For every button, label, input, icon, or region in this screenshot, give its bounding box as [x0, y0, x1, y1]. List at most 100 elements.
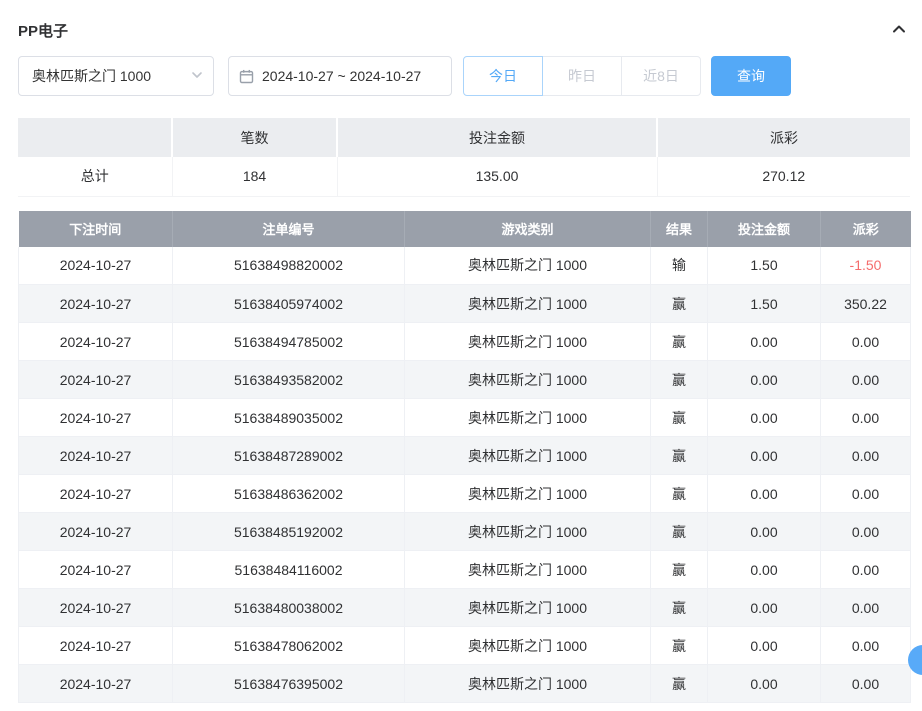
bet-time-cell: 2024-10-27 [19, 551, 173, 589]
col-header-bet-id: 注单编号 [173, 211, 405, 247]
result-cell: 赢 [651, 437, 708, 475]
calendar-icon [239, 69, 254, 84]
search-button[interactable]: 查询 [711, 56, 791, 96]
payout-cell: 350.22 [821, 285, 911, 323]
table-row: 2024-10-2751638493582002奥林匹斯之门 1000赢0.00… [19, 361, 911, 399]
bet-amount-cell: 0.00 [708, 551, 821, 589]
payout-cell: 0.00 [821, 361, 911, 399]
collapse-button[interactable] [888, 19, 910, 41]
result-cell: 赢 [651, 665, 708, 703]
date-range-value: 2024-10-27 ~ 2024-10-27 [262, 68, 421, 84]
bet-amount-cell: 0.00 [708, 665, 821, 703]
col-header-bet-amount: 投注金额 [708, 211, 821, 247]
quick-range-yesterday[interactable]: 昨日 [542, 56, 622, 96]
bet-time-cell: 2024-10-27 [19, 627, 173, 665]
bet-time-cell: 2024-10-27 [19, 247, 173, 285]
table-row: 2024-10-2751638494785002奥林匹斯之门 1000赢0.00… [19, 323, 911, 361]
table-row: 2024-10-2751638478062002奥林匹斯之门 1000赢0.00… [19, 627, 911, 665]
bet-time-cell: 2024-10-27 [19, 437, 173, 475]
bet-time-cell: 2024-10-27 [19, 361, 173, 399]
table-row: 2024-10-2751638487289002奥林匹斯之门 1000赢0.00… [19, 437, 911, 475]
game-type-cell: 奥林匹斯之门 1000 [405, 589, 651, 627]
bet-records-table: 下注时间 注单编号 游戏类别 结果 投注金额 派彩 2024-10-275163… [18, 211, 911, 704]
bet-table-header-row: 下注时间 注单编号 游戏类别 结果 投注金额 派彩 [19, 211, 911, 247]
table-row: 2024-10-2751638480038002奥林匹斯之门 1000赢0.00… [19, 589, 911, 627]
col-header-bet-time: 下注时间 [19, 211, 173, 247]
game-type-cell: 奥林匹斯之门 1000 [405, 437, 651, 475]
filter-bar: 奥林匹斯之门 1000 2024-10-27 ~ 2024-10-27 今日 昨… [18, 56, 910, 96]
result-cell: 赢 [651, 513, 708, 551]
bet-amount-cell: 0.00 [708, 437, 821, 475]
bet-amount-cell: 1.50 [708, 247, 821, 285]
summary-header-row: 笔数 投注金额 派彩 [18, 118, 910, 157]
bet-id-cell: 51638493582002 [173, 361, 405, 399]
table-row: 2024-10-2751638485192002奥林匹斯之门 1000赢0.00… [19, 513, 911, 551]
bet-table-body: 2024-10-2751638498820002奥林匹斯之门 1000输1.50… [19, 247, 911, 703]
result-cell: 赢 [651, 323, 708, 361]
game-type-cell: 奥林匹斯之门 1000 [405, 399, 651, 437]
col-header-payout: 派彩 [821, 211, 911, 247]
bet-id-cell: 51638487289002 [173, 437, 405, 475]
bet-time-cell: 2024-10-27 [19, 589, 173, 627]
payout-cell: 0.00 [821, 551, 911, 589]
summary-header-blank [18, 118, 172, 157]
bet-time-cell: 2024-10-27 [19, 285, 173, 323]
bet-id-cell: 51638480038002 [173, 589, 405, 627]
table-row: 2024-10-2751638489035002奥林匹斯之门 1000赢0.00… [19, 399, 911, 437]
summary-total-row: 总计 184 135.00 270.12 [18, 157, 910, 196]
summary-header-payout: 派彩 [657, 118, 910, 157]
game-type-cell: 奥林匹斯之门 1000 [405, 665, 651, 703]
bet-amount-cell: 0.00 [708, 627, 821, 665]
payout-cell: 0.00 [821, 399, 911, 437]
quick-range-last8days[interactable]: 近8日 [621, 56, 701, 96]
game-type-cell: 奥林匹斯之门 1000 [405, 627, 651, 665]
table-row: 2024-10-2751638486362002奥林匹斯之门 1000赢0.00… [19, 475, 911, 513]
table-row: 2024-10-2751638484116002奥林匹斯之门 1000赢0.00… [19, 551, 911, 589]
bet-id-cell: 51638484116002 [173, 551, 405, 589]
table-row: 2024-10-2751638476395002奥林匹斯之门 1000赢0.00… [19, 665, 911, 703]
result-cell: 赢 [651, 627, 708, 665]
records-panel: PP电子 奥林匹斯之门 1000 [0, 0, 922, 703]
summary-header-count: 笔数 [172, 118, 337, 157]
bet-amount-cell: 0.00 [708, 475, 821, 513]
quick-range-group: 今日 昨日 近8日 [463, 56, 701, 96]
bet-id-cell: 51638486362002 [173, 475, 405, 513]
col-header-game-type: 游戏类别 [405, 211, 651, 247]
payout-cell: -1.50 [821, 247, 911, 285]
result-cell: 赢 [651, 475, 708, 513]
result-cell: 赢 [651, 361, 708, 399]
table-row: 2024-10-2751638498820002奥林匹斯之门 1000输1.50… [19, 247, 911, 285]
summary-total-payout: 270.12 [657, 157, 910, 196]
summary-total-label: 总计 [18, 157, 172, 196]
game-type-cell: 奥林匹斯之门 1000 [405, 323, 651, 361]
bet-time-cell: 2024-10-27 [19, 475, 173, 513]
chevron-down-icon [191, 68, 203, 84]
bet-amount-cell: 0.00 [708, 399, 821, 437]
result-cell: 输 [651, 247, 708, 285]
bet-amount-cell: 0.00 [708, 361, 821, 399]
date-range-picker[interactable]: 2024-10-27 ~ 2024-10-27 [228, 56, 452, 96]
summary-header-bet-amount: 投注金额 [337, 118, 657, 157]
game-select-value: 奥林匹斯之门 1000 [32, 66, 151, 86]
payout-cell: 0.00 [821, 627, 911, 665]
bet-amount-cell: 0.00 [708, 589, 821, 627]
bet-amount-cell: 1.50 [708, 285, 821, 323]
summary-total-bet-amount: 135.00 [337, 157, 657, 196]
summary-table: 笔数 投注金额 派彩 总计 184 135.00 270.12 [18, 118, 910, 197]
bet-id-cell: 51638498820002 [173, 247, 405, 285]
game-select[interactable]: 奥林匹斯之门 1000 [18, 56, 214, 96]
table-row: 2024-10-2751638405974002奥林匹斯之门 1000赢1.50… [19, 285, 911, 323]
col-header-result: 结果 [651, 211, 708, 247]
result-cell: 赢 [651, 551, 708, 589]
game-type-cell: 奥林匹斯之门 1000 [405, 551, 651, 589]
bet-amount-cell: 0.00 [708, 513, 821, 551]
chevron-up-icon [891, 21, 907, 40]
quick-range-today[interactable]: 今日 [463, 56, 543, 96]
result-cell: 赢 [651, 399, 708, 437]
payout-cell: 0.00 [821, 665, 911, 703]
payout-cell: 0.00 [821, 589, 911, 627]
bet-id-cell: 51638485192002 [173, 513, 405, 551]
bet-id-cell: 51638476395002 [173, 665, 405, 703]
result-cell: 赢 [651, 285, 708, 323]
bet-id-cell: 51638489035002 [173, 399, 405, 437]
